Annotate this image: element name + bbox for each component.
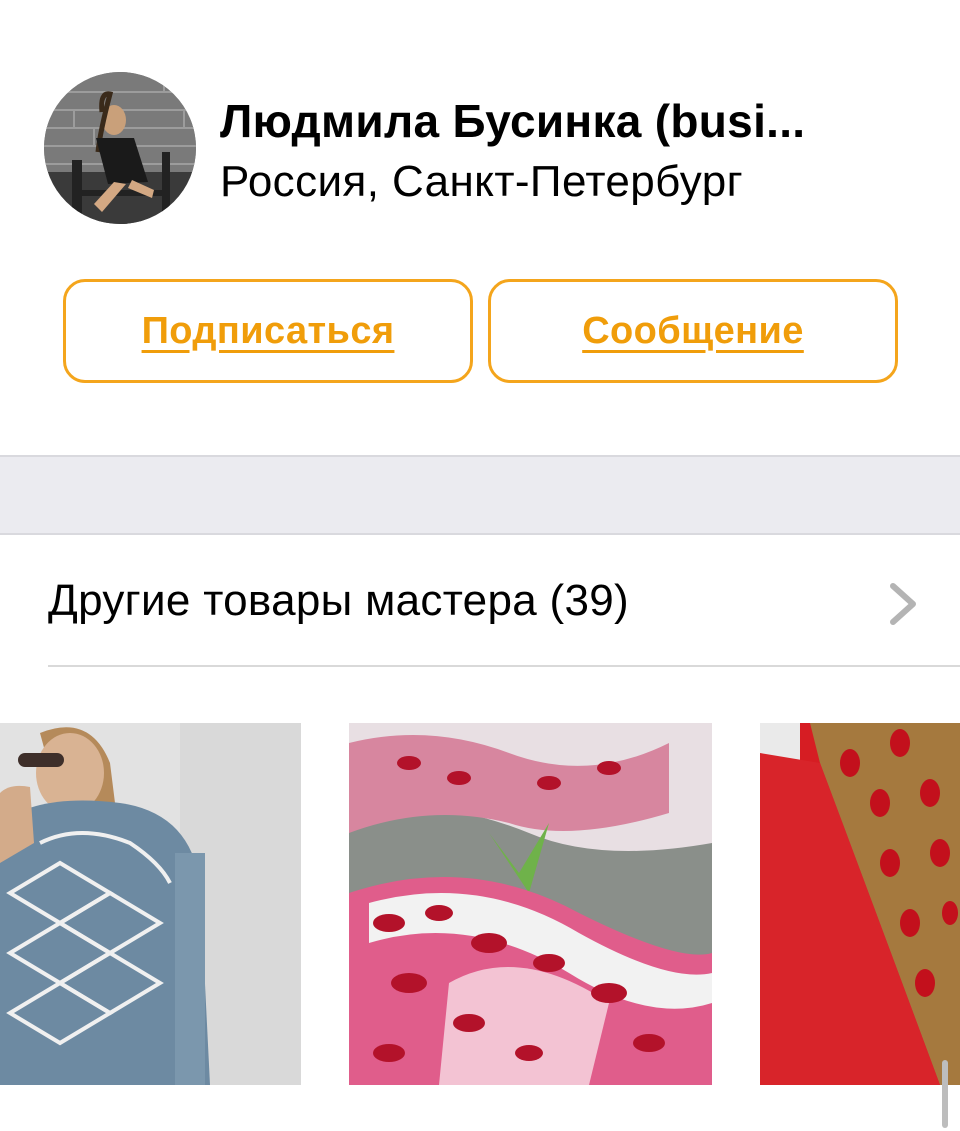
master-avatar[interactable] [44,72,196,224]
subscribe-button-label: Подписаться [141,309,395,352]
message-button-label: Сообщение [582,309,804,352]
subscribe-button[interactable]: Подписаться [63,279,473,383]
other-products-title: Другие товары мастера (39) [48,576,629,625]
product-thumbnail[interactable] [0,723,301,1085]
master-profile-header: Людмила Бусинка (busi... Россия, Санкт-П… [0,0,960,455]
message-button[interactable]: Сообщение [488,279,898,383]
red-dress-jeweled-collar-image [760,723,960,1085]
product-thumbnail[interactable] [349,723,712,1085]
product-thumbnail[interactable] [760,723,960,1085]
section-divider [48,665,960,667]
master-location: Россия, Санкт-Петербург [220,157,744,206]
master-name[interactable]: Людмила Бусинка (busi... [220,92,910,150]
avatar-photo-icon [44,72,196,224]
scrollbar[interactable] [942,1060,948,1128]
beaded-flower-embroidery-image [349,723,712,1085]
section-gap [0,455,960,535]
embellished-denim-jacket-image [0,723,301,1085]
chevron-right-icon[interactable] [884,580,924,628]
